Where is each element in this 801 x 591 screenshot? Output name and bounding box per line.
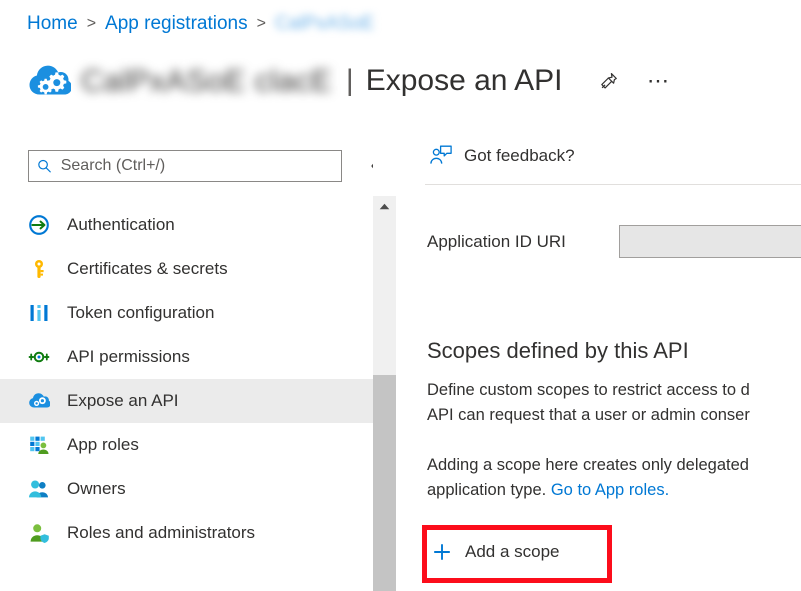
sidebar-item-label: Expose an API — [67, 391, 179, 411]
pin-icon[interactable] — [593, 65, 625, 97]
token-bars-icon — [28, 302, 50, 324]
search-input[interactable] — [61, 157, 333, 175]
caret-up-icon — [379, 203, 390, 210]
scrollbar-thumb[interactable] — [373, 375, 396, 591]
sidebar-scrollbar[interactable] — [373, 196, 396, 591]
add-a-scope-label: Add a scope — [465, 542, 560, 562]
sidebar-item-app-roles[interactable]: App roles — [0, 423, 373, 467]
scopes-description-2-line-2: application type. Go to App roles. — [427, 478, 801, 503]
double-chevron-left-icon — [369, 159, 373, 173]
command-bar: Got feedback? — [397, 128, 575, 183]
sidebar-item-label: Authentication — [67, 215, 175, 235]
page-header: CalPxASoE clacE | Expose an API ⋯ — [27, 57, 675, 105]
sidebar-item-label: Certificates & secrets — [67, 259, 228, 279]
got-feedback-button[interactable]: Got feedback? — [429, 144, 575, 168]
sidebar-item-label: API permissions — [67, 347, 190, 367]
scopes-description-2-line-1: Adding a scope here creates only delegat… — [427, 453, 801, 478]
go-to-app-roles-link[interactable]: Go to App roles. — [551, 481, 669, 499]
sidebar-item-label: Roles and administrators — [67, 523, 255, 543]
cloud-gears-icon — [27, 61, 71, 101]
scrollbar-up-button[interactable] — [373, 196, 396, 216]
plus-icon — [431, 541, 453, 563]
application-id-uri-label: Application ID URI — [427, 232, 619, 252]
sidebar-item-api-permissions[interactable]: API permissions — [0, 335, 373, 379]
sidebar-item-label: Owners — [67, 479, 126, 499]
search-box[interactable] — [28, 150, 342, 182]
breadcrumb-item-app-name[interactable]: CalPxASoE — [275, 13, 374, 35]
command-bar-divider — [425, 184, 801, 185]
app-roles-icon — [28, 434, 50, 456]
sidebar-item-token-configuration[interactable]: Token configuration — [0, 291, 373, 335]
sidebar-item-owners[interactable]: Owners — [0, 467, 373, 511]
search-icon — [37, 158, 52, 174]
sidebar-item-expose-an-api[interactable]: Expose an API — [0, 379, 373, 423]
scopes-description-1-line-2: API can request that a user or admin con… — [427, 403, 801, 428]
breadcrumb-item-app-registrations[interactable]: App registrations — [105, 13, 248, 35]
scopes-description-2: Adding a scope here creates only delegat… — [427, 453, 801, 503]
breadcrumb-item-home[interactable]: Home — [27, 13, 78, 35]
breadcrumb: Home > App registrations > CalPxASoE — [27, 13, 374, 35]
page-header-actions: ⋯ — [593, 65, 675, 97]
title-separator: | — [346, 63, 354, 99]
key-icon — [28, 258, 50, 280]
application-id-uri-row: Application ID URI — [427, 225, 801, 258]
scopes-description-1: Define custom scopes to restrict access … — [427, 378, 801, 428]
roles-admins-icon — [28, 522, 50, 544]
breadcrumb-separator: > — [87, 13, 96, 35]
scopes-section-title: Scopes defined by this API — [427, 337, 689, 365]
sidebar: Authentication Certificates & secrets To… — [0, 128, 373, 591]
sidebar-item-label: Token configuration — [67, 303, 214, 323]
add-a-scope-button[interactable]: Add a scope — [427, 536, 564, 568]
owners-icon — [28, 478, 50, 500]
sidebar-item-roles-and-administrators[interactable]: Roles and administrators — [0, 511, 373, 555]
scopes-description-1-line-1: Define custom scopes to restrict access … — [427, 378, 801, 403]
scopes-description-2-prefix: application type. — [427, 481, 551, 499]
api-permissions-icon — [28, 346, 50, 368]
search-container — [28, 150, 342, 182]
feedback-person-icon — [429, 144, 453, 168]
breadcrumb-separator: > — [257, 13, 266, 35]
page-title-app-name: CalPxASoE clacE — [81, 62, 332, 100]
application-id-uri-input[interactable] — [619, 225, 801, 258]
cloud-gears-icon — [28, 390, 50, 412]
sidebar-item-label: App roles — [67, 435, 139, 455]
authentication-icon — [28, 214, 50, 236]
page-title: Expose an API — [366, 62, 563, 100]
sidebar-nav-list: Authentication Certificates & secrets To… — [0, 203, 373, 555]
ellipsis-icon[interactable]: ⋯ — [643, 65, 675, 97]
collapse-sidebar-button[interactable] — [362, 150, 373, 182]
sidebar-item-certificates-secrets[interactable]: Certificates & secrets — [0, 247, 373, 291]
main-content: Got feedback? Application ID URI Scopes … — [397, 128, 801, 591]
got-feedback-label: Got feedback? — [464, 146, 575, 166]
sidebar-item-authentication[interactable]: Authentication — [0, 203, 373, 247]
